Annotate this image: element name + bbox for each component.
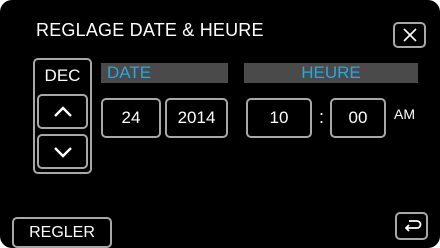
date-time-settings-screen: REGLAGE DATE & HEURE DATE HEURE DEC 24 2… [0,0,440,248]
set-button[interactable]: REGLER [12,217,112,248]
day-field[interactable]: 24 [101,98,161,138]
date-header: DATE [101,63,228,83]
back-button[interactable] [395,212,428,240]
year-field[interactable]: 2014 [165,98,228,138]
minute-field[interactable]: 00 [330,98,386,138]
return-icon [404,220,421,232]
time-header: HEURE [244,63,418,83]
hour-field[interactable]: 10 [246,98,312,138]
chevron-down-icon [53,146,72,158]
time-separator: : [318,106,324,127]
month-value[interactable]: DEC [36,62,89,90]
am-pm-indicator: AM [394,106,415,122]
screen-title: REGLAGE DATE & HEURE [36,20,264,40]
increment-button[interactable] [37,94,88,129]
decrement-button[interactable] [37,134,88,169]
close-button[interactable] [393,22,426,48]
chevron-up-icon [53,105,72,117]
close-icon [402,28,417,42]
